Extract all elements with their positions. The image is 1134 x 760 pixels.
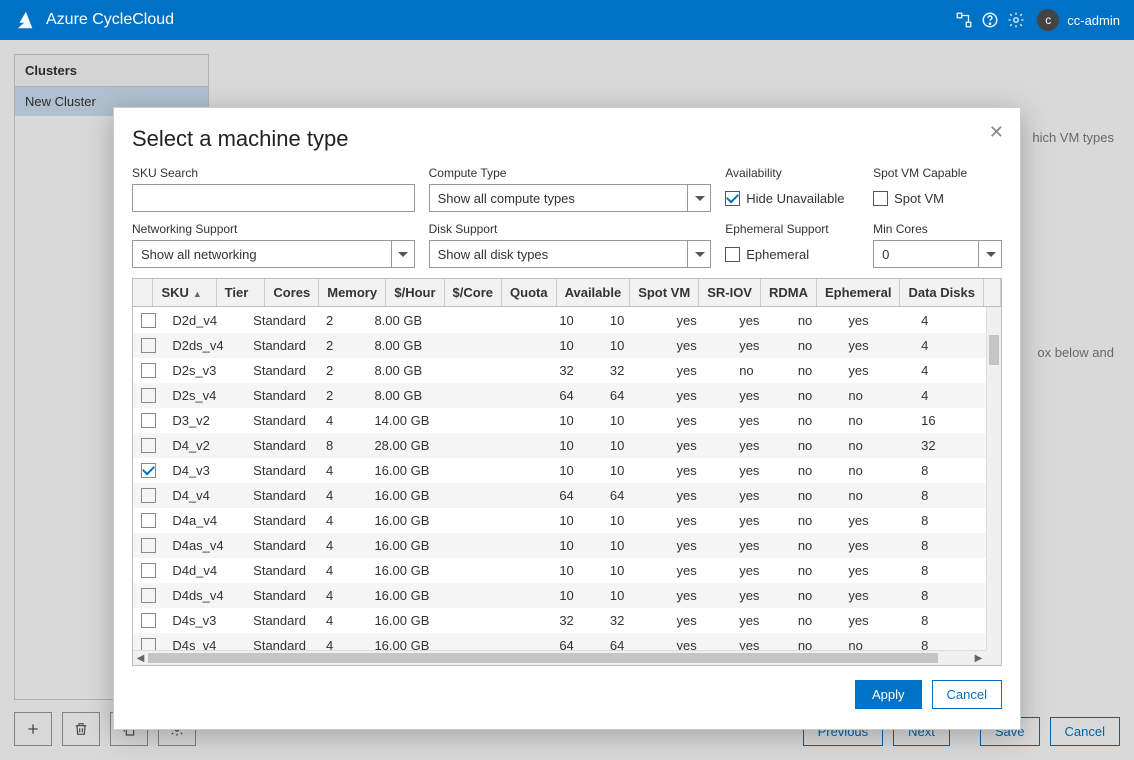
col-spotvm[interactable]: Spot VM	[630, 279, 699, 307]
gear-icon[interactable]	[1003, 11, 1029, 29]
table-row[interactable]: D4d_v4Standard416.00 GB1010yesyesnoyes8	[133, 558, 986, 583]
row-checkbox[interactable]	[141, 313, 156, 328]
table-row[interactable]: D4_v4Standard416.00 GB6464yesyesnono8	[133, 483, 986, 508]
row-checkbox[interactable]	[141, 438, 156, 453]
disk-select[interactable]: Show all disk types	[429, 240, 712, 268]
table-row[interactable]: D3_v2Standard414.00 GB1010yesyesnono16	[133, 408, 986, 433]
col-ephemeral[interactable]: Ephemeral	[816, 279, 899, 307]
row-checkbox[interactable]	[141, 613, 156, 628]
sku-search-input[interactable]	[132, 184, 415, 212]
row-checkbox[interactable]	[141, 588, 156, 603]
row-checkbox[interactable]	[141, 413, 156, 428]
row-checkbox[interactable]	[141, 563, 156, 578]
col-cores[interactable]: Cores	[265, 279, 319, 307]
min-cores-select[interactable]: 0	[873, 240, 1002, 268]
help-icon[interactable]	[977, 11, 1003, 29]
availability-label: Availability	[725, 166, 859, 180]
horizontal-scrollbar[interactable]: ◀▶	[133, 650, 986, 665]
azure-logo-icon	[14, 9, 36, 31]
ephemeral-checkbox[interactable]	[725, 247, 740, 262]
hide-unavailable-checkbox[interactable]	[725, 191, 740, 206]
row-checkbox[interactable]	[141, 338, 156, 353]
col-sriov[interactable]: SR-IOV	[699, 279, 761, 307]
spot-vm-label: Spot VM	[894, 191, 944, 206]
table-row[interactable]: D4a_v4Standard416.00 GB1010yesyesnoyes8	[133, 508, 986, 533]
col-quota[interactable]: Quota	[502, 279, 557, 307]
product-title: Azure CycleCloud	[46, 11, 174, 29]
spot-capable-label: Spot VM Capable	[873, 166, 1002, 180]
sku-search-label: SKU Search	[132, 166, 415, 180]
col-sku[interactable]: SKU	[153, 279, 216, 307]
table-row[interactable]: D2ds_v4Standard28.00 GB1010yesyesnoyes4	[133, 333, 986, 358]
row-checkbox[interactable]	[141, 638, 156, 650]
min-cores-label: Min Cores	[873, 222, 1002, 236]
table-row[interactable]: D2s_v3Standard28.00 GB3232yesnonoyes4	[133, 358, 986, 383]
table-row[interactable]: D4s_v3Standard416.00 GB3232yesyesnoyes8	[133, 608, 986, 633]
table-row[interactable]: D4s_v4Standard416.00 GB6464yesyesnono8	[133, 633, 986, 650]
compute-type-label: Compute Type	[429, 166, 712, 180]
modal-cancel-button[interactable]: Cancel	[932, 680, 1002, 709]
compute-type-select[interactable]: Show all compute types	[429, 184, 712, 212]
col-rdma[interactable]: RDMA	[760, 279, 816, 307]
hide-unavailable-label: Hide Unavailable	[746, 191, 844, 206]
table-row[interactable]: D4as_v4Standard416.00 GB1010yesyesnoyes8	[133, 533, 986, 558]
spot-vm-checkbox[interactable]	[873, 191, 888, 206]
sku-table: SKUTierCoresMemory$/Hour$/CoreQuotaAvail…	[132, 278, 1002, 666]
apply-button[interactable]: Apply	[855, 680, 922, 709]
vertical-scrollbar[interactable]	[986, 307, 1001, 650]
networking-select[interactable]: Show all networking	[132, 240, 415, 268]
row-checkbox[interactable]	[141, 488, 156, 503]
ephemeral-label: Ephemeral	[746, 247, 809, 262]
row-checkbox[interactable]	[141, 513, 156, 528]
row-checkbox[interactable]	[141, 388, 156, 403]
ephemeral-support-label: Ephemeral Support	[725, 222, 859, 236]
table-row[interactable]: D4_v3Standard416.00 GB1010yesyesnono8	[133, 458, 986, 483]
table-row[interactable]: D4_v2Standard828.00 GB1010yesyesnono32	[133, 433, 986, 458]
table-row[interactable]: D4ds_v4Standard416.00 GB1010yesyesnoyes8	[133, 583, 986, 608]
close-icon[interactable]: ✕	[989, 122, 1004, 143]
col-tier[interactable]: Tier	[216, 279, 265, 307]
select-machine-type-modal: Select a machine type ✕ SKU Search Compu…	[113, 107, 1021, 730]
networking-label: Networking Support	[132, 222, 415, 236]
modal-title: Select a machine type	[132, 126, 1002, 152]
row-checkbox[interactable]	[141, 363, 156, 378]
row-checkbox[interactable]	[141, 463, 156, 478]
user-avatar[interactable]: c	[1037, 9, 1059, 31]
top-bar: Azure CycleCloud c cc-admin	[0, 0, 1134, 40]
col-datadisks[interactable]: Data Disks	[900, 279, 983, 307]
col-available[interactable]: Available	[556, 279, 630, 307]
col-core[interactable]: $/Core	[444, 279, 501, 307]
table-row[interactable]: D2d_v4Standard28.00 GB1010yesyesnoyes4	[133, 308, 986, 333]
flow-icon[interactable]	[951, 11, 977, 29]
username: cc-admin	[1067, 13, 1120, 28]
table-row[interactable]: D2s_v4Standard28.00 GB6464yesyesnono4	[133, 383, 986, 408]
row-checkbox[interactable]	[141, 538, 156, 553]
disk-label: Disk Support	[429, 222, 712, 236]
col-memory[interactable]: Memory	[319, 279, 386, 307]
col-hour[interactable]: $/Hour	[386, 279, 444, 307]
